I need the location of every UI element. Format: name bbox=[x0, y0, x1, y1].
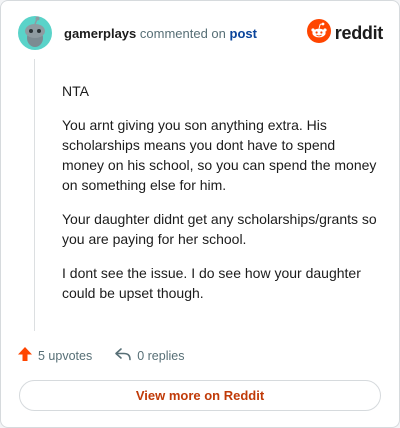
comment-header: gamerplays commented on post bbox=[64, 26, 257, 41]
comment-paragraph: You arnt giving you son anything extra. … bbox=[62, 117, 377, 193]
reddit-brand[interactable]: reddit bbox=[306, 19, 384, 48]
reddit-logo-icon bbox=[306, 19, 331, 48]
user-avatar-icon[interactable] bbox=[18, 16, 52, 50]
view-more-button[interactable]: View more on Reddit bbox=[19, 380, 381, 411]
comment-paragraph: NTA bbox=[62, 83, 89, 99]
comment-action-text: commented on bbox=[139, 26, 226, 41]
thread-line bbox=[34, 59, 35, 331]
username-link[interactable]: gamerplays bbox=[64, 26, 136, 41]
upvote-arrow-icon bbox=[17, 346, 33, 365]
comment-paragraph: I dont see the issue. I do see how your … bbox=[62, 265, 361, 301]
reply-count: 0 replies bbox=[137, 348, 185, 363]
reddit-wordmark: reddit bbox=[334, 23, 384, 43]
upvote-button[interactable]: 5 upvotes bbox=[17, 346, 92, 365]
view-more-label: View more on Reddit bbox=[135, 388, 265, 403]
upvote-count: 5 upvotes bbox=[38, 348, 93, 363]
reply-arrow-icon bbox=[114, 346, 132, 365]
reply-button[interactable]: 0 replies bbox=[114, 346, 184, 365]
comment-card: gamerplays commented on post reddit NTA … bbox=[0, 0, 400, 428]
post-link[interactable]: post bbox=[230, 26, 257, 41]
comment-body: NTA You arnt giving you son anything ext… bbox=[62, 81, 380, 317]
comment-actions: 5 upvotes 0 replies bbox=[17, 346, 206, 365]
comment-paragraph: Your daughter didnt get any scholarships… bbox=[62, 211, 377, 247]
